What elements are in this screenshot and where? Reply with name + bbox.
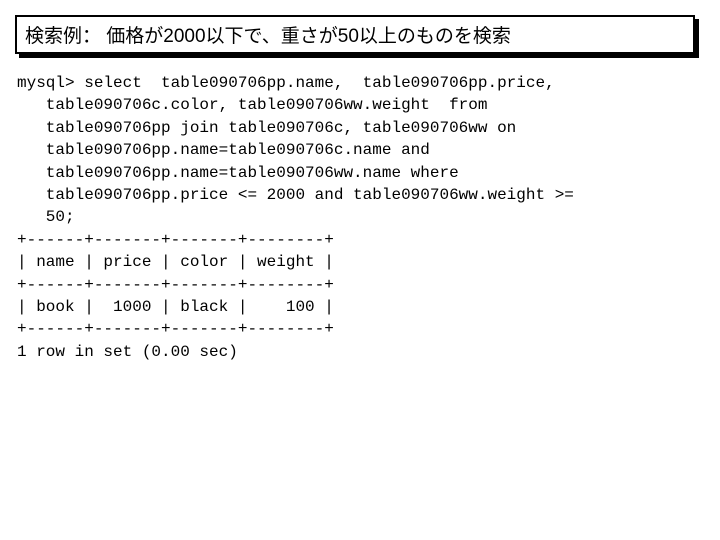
title-box: 検索例： 価格が2000以下で、重さが50以上のものを検索	[15, 15, 695, 54]
title-text: 検索例： 価格が2000以下で、重さが50以上のものを検索	[25, 26, 511, 47]
sql-code-block: mysql> select table090706pp.name, table0…	[17, 72, 705, 363]
